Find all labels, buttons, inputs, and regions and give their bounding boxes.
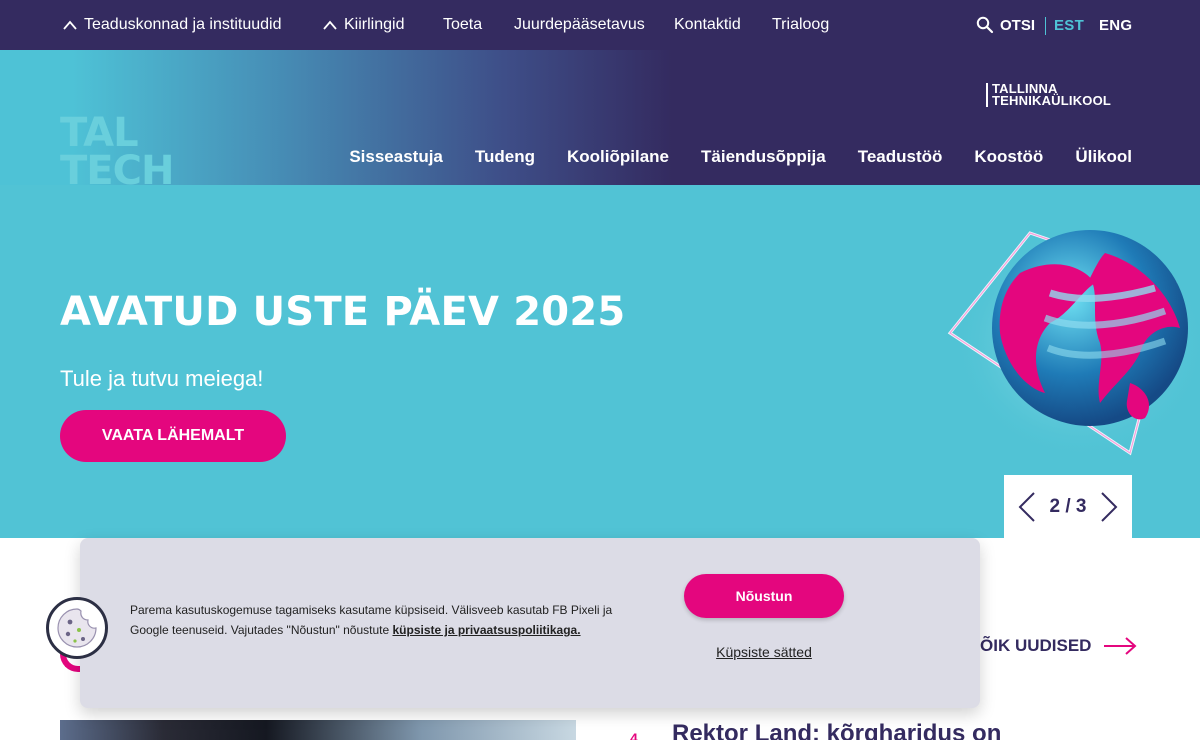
chevron-right-icon[interactable] xyxy=(1098,491,1120,523)
news-image[interactable] xyxy=(60,720,576,740)
support-link[interactable]: Toeta xyxy=(443,16,482,34)
nav-student[interactable]: Tudeng xyxy=(475,147,535,167)
cookie-message: Parema kasutuskogemuse tagamiseks kasuta… xyxy=(130,600,650,640)
nav-applicant[interactable]: Sisseastuja xyxy=(349,147,443,167)
taltech-logo[interactable]: TAL TECH xyxy=(60,114,190,186)
quicklinks-toggle[interactable]: Kiirlingid xyxy=(322,16,404,34)
chevron-left-icon[interactable] xyxy=(1016,491,1038,523)
cookie-icon xyxy=(57,608,97,648)
university-name: TALLINNA TEHNIKAÜLIKOOL xyxy=(986,82,1112,108)
accessibility-link[interactable]: Juurdepääsetavus xyxy=(514,16,645,34)
nav-research[interactable]: Teadustöö xyxy=(858,147,943,167)
cookie-consent-dialog: Parema kasutuskogemuse tagamiseks kasuta… xyxy=(80,538,980,708)
news-date: 4 xyxy=(630,730,638,740)
quicklinks-label: Kiirlingid xyxy=(344,16,405,33)
news-headline[interactable]: Rektor Land: kõrgharidus on xyxy=(672,720,1001,740)
all-news-link[interactable]: ÕIK UUDISED xyxy=(980,636,1137,656)
language-eng[interactable]: ENG xyxy=(1099,17,1132,34)
faculties-toggle[interactable]: Teaduskonnad ja instituudid xyxy=(62,16,281,34)
search-icon xyxy=(976,16,994,34)
site-header: TAL TECH TALLINNA TEHNIKAÜLIKOOL Sisseas… xyxy=(0,50,1200,186)
all-news-label: ÕIK UUDISED xyxy=(980,636,1092,655)
nav-cooperation[interactable]: Koostöö xyxy=(974,147,1043,167)
arrow-right-icon xyxy=(1104,637,1137,655)
cookie-policy-link[interactable]: küpsiste ja privaatsuspoliitikaga. xyxy=(392,623,580,637)
hero-title: AVATUD USTE PÄEV 2025 xyxy=(60,289,626,335)
main-navigation: Sisseastuja Tudeng Kooliõpilane Täiendus… xyxy=(349,147,1132,167)
hero-cta-button[interactable]: VAATA LÄHEMALT xyxy=(60,410,286,462)
slide-counter: 2 / 3 xyxy=(1049,495,1087,517)
logo-line-2: TECH xyxy=(60,148,174,186)
trialogue-link[interactable]: Trialoog xyxy=(772,16,829,34)
language-est[interactable]: EST xyxy=(1054,17,1084,34)
faculties-label: Teaduskonnad ja instituudid xyxy=(84,16,282,33)
cookie-accept-button[interactable]: Nõustun xyxy=(684,574,844,618)
nav-pupil[interactable]: Kooliõpilane xyxy=(567,147,669,167)
logo-line-1: TAL xyxy=(60,114,139,156)
chevron-up-icon xyxy=(63,20,77,30)
search-button[interactable]: OTSI xyxy=(976,16,1035,34)
nav-university[interactable]: Ülikool xyxy=(1075,147,1132,167)
nav-continuing-education[interactable]: Täiendusõppija xyxy=(701,147,826,167)
university-name-line-2: TEHNIKAÜLIKOOL xyxy=(992,93,1112,108)
hero-banner: AVATUD USTE PÄEV 2025 Tule ja tutvu meie… xyxy=(0,185,1200,538)
globe-illustration xyxy=(930,223,1200,463)
contacts-link[interactable]: Kontaktid xyxy=(674,16,741,34)
chevron-up-icon xyxy=(323,20,337,30)
top-utility-bar: Teaduskonnad ja instituudid Kiirlingid T… xyxy=(0,0,1200,50)
cookie-settings-badge[interactable] xyxy=(46,597,108,659)
cookie-settings-link[interactable]: Küpsiste sätted xyxy=(684,644,844,660)
search-label: OTSI xyxy=(1000,16,1036,34)
language-divider xyxy=(1045,17,1046,35)
slider-controls: 2 / 3 xyxy=(1004,475,1132,538)
hero-subtitle: Tule ja tutvu meiega! xyxy=(60,366,264,391)
